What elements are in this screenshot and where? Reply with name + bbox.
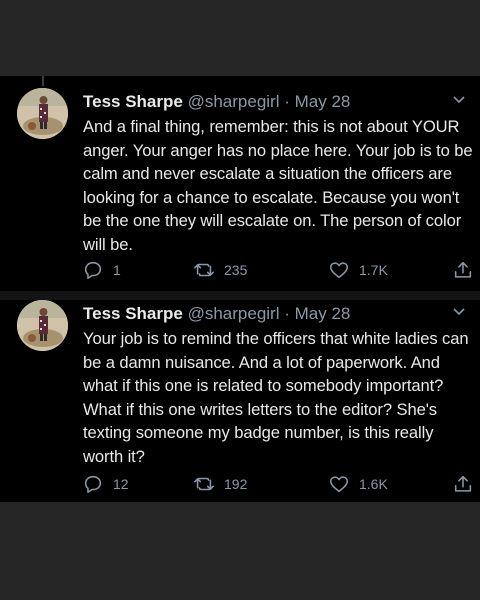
like-button[interactable]: 1.6K <box>328 472 388 496</box>
tweet[interactable]: Tess Sharpe @sharpegirl · May 28 Your jo… <box>0 300 480 500</box>
separator-dot: · <box>284 304 290 323</box>
retweet-count: 235 <box>224 262 248 278</box>
share-button[interactable] <box>452 472 480 496</box>
heart-icon <box>329 262 349 279</box>
reply-count: 12 <box>113 476 129 492</box>
separator-dot: · <box>284 92 290 111</box>
tweet-text: Your job is to remind the officers that … <box>83 329 469 466</box>
tweet-divider <box>0 291 480 300</box>
author-handle[interactable]: @sharpegirl <box>188 92 280 111</box>
tweet[interactable]: Tess Sharpe @sharpegirl · May 28 And a f… <box>0 88 480 293</box>
reply-button[interactable]: 1 <box>82 258 121 282</box>
tweet-actions: 1 235 1.7K <box>82 258 478 282</box>
retweet-icon <box>194 263 214 277</box>
share-button[interactable] <box>452 258 480 282</box>
heart-icon <box>329 476 349 493</box>
retweet-button[interactable]: 235 <box>193 258 247 282</box>
tweet-header: Tess Sharpe @sharpegirl · May 28 <box>83 303 350 325</box>
author-name[interactable]: Tess Sharpe <box>83 304 183 323</box>
reply-icon <box>84 261 102 280</box>
tweet-text: And a final thing, remember: this is not… <box>83 117 473 254</box>
retweet-icon <box>194 477 214 491</box>
reply-button[interactable]: 12 <box>82 472 129 496</box>
tweet-date[interactable]: May 28 <box>295 92 351 111</box>
chevron-down-icon[interactable] <box>452 307 466 317</box>
retweet-button[interactable]: 192 <box>193 472 247 496</box>
tweet-header: Tess Sharpe @sharpegirl · May 28 <box>83 91 350 113</box>
reply-icon <box>84 475 102 494</box>
screenshot-frame: Tess Sharpe @sharpegirl · May 28 And a f… <box>0 0 480 600</box>
retweet-count: 192 <box>224 476 248 492</box>
tweet-actions: 12 192 1.6K <box>82 472 478 496</box>
author-handle[interactable]: @sharpegirl <box>188 304 280 323</box>
like-button[interactable]: 1.7K <box>328 258 388 282</box>
tweet-date[interactable]: May 28 <box>295 304 351 323</box>
like-count: 1.7K <box>359 262 388 278</box>
reply-count: 1 <box>113 262 121 278</box>
share-icon <box>454 261 472 278</box>
share-icon <box>454 475 472 492</box>
chevron-down-icon[interactable] <box>452 95 466 105</box>
like-count: 1.6K <box>359 476 388 492</box>
author-name[interactable]: Tess Sharpe <box>83 92 183 111</box>
avatar[interactable] <box>17 300 68 351</box>
avatar[interactable] <box>17 88 68 139</box>
thread-connector <box>42 76 44 86</box>
